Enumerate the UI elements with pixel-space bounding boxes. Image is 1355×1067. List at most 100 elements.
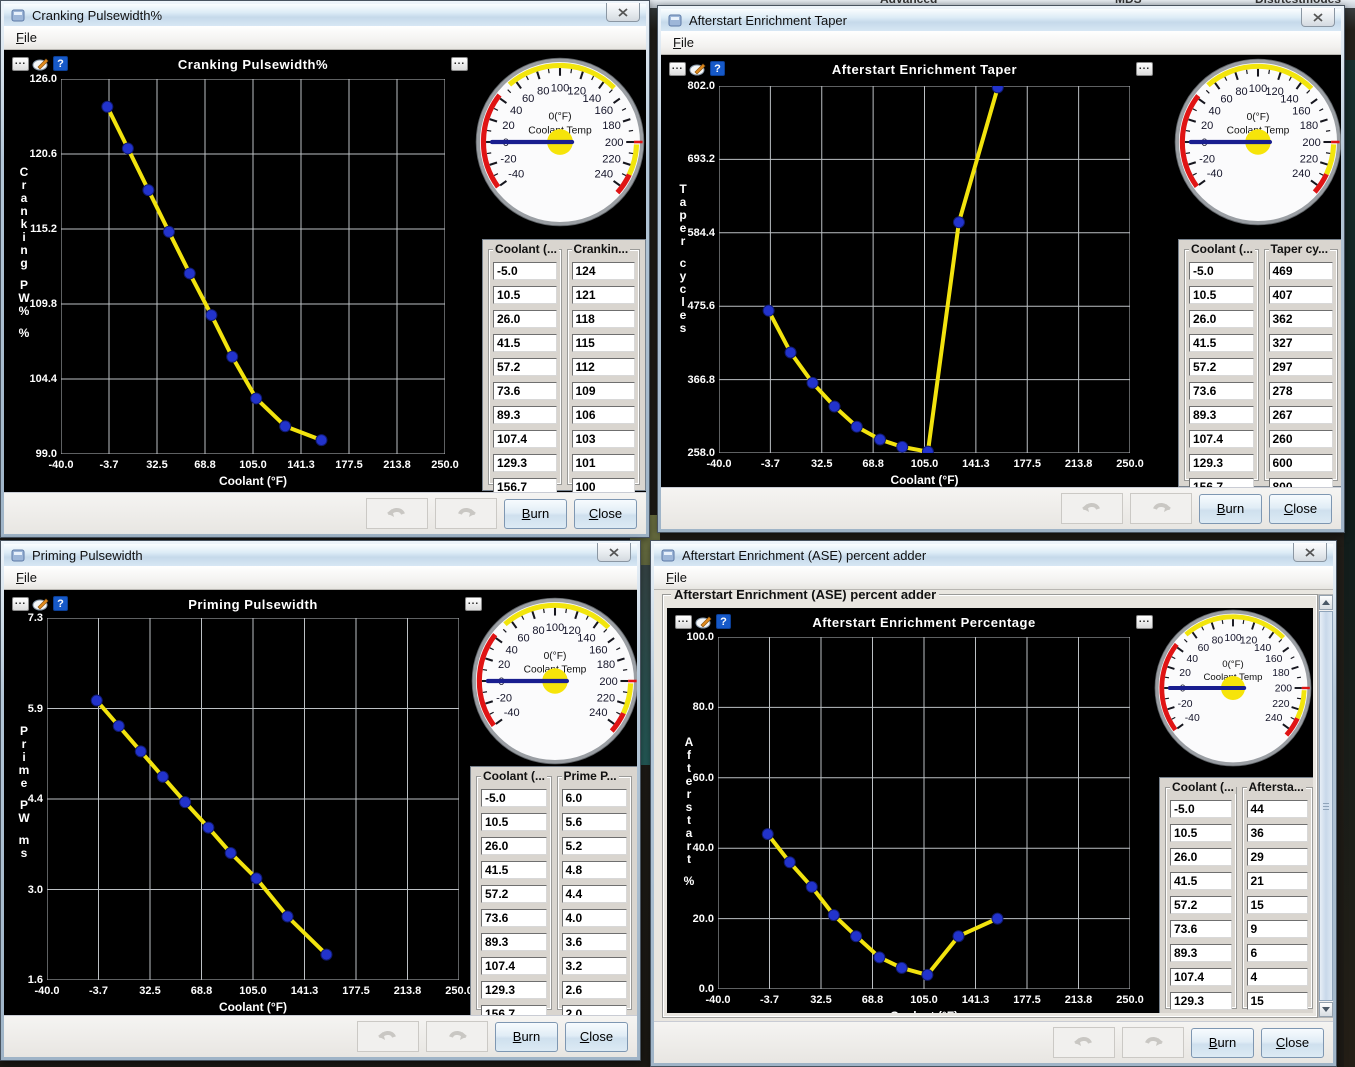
close-button[interactable]: Close (565, 1021, 628, 1052)
curve-value-field[interactable]: 297 (1268, 358, 1333, 376)
curve-value-field[interactable]: 106 (571, 406, 635, 424)
coolant-value-field[interactable]: 89.3 (1170, 944, 1232, 962)
menu-file[interactable]: File (662, 569, 691, 586)
curve-value-field[interactable]: 3.2 (561, 957, 627, 975)
undo-button[interactable] (1061, 493, 1123, 524)
curve-value-field[interactable]: 3.6 (561, 933, 627, 951)
coolant-value-field[interactable]: 129.3 (1170, 992, 1232, 1010)
coolant-value-field[interactable]: 129.3 (481, 981, 547, 999)
curve-editor[interactable] (719, 86, 1130, 453)
curve-value-field[interactable]: 469 (1268, 262, 1333, 280)
curve-value-field[interactable]: 36 (1246, 824, 1308, 842)
coolant-value-field[interactable]: 41.5 (493, 334, 557, 352)
coolant-value-field[interactable]: 73.6 (481, 909, 547, 927)
curve-value-field[interactable]: 5.2 (561, 837, 627, 855)
burn-button[interactable]: Burn (504, 498, 567, 529)
curve-point[interactable] (921, 445, 934, 453)
curve-point[interactable] (850, 420, 863, 433)
close-button[interactable]: Close (1261, 1027, 1324, 1058)
curve-point[interactable] (162, 225, 175, 238)
curve-value-field[interactable]: 109 (571, 382, 635, 400)
coolant-value-field[interactable]: 129.3 (1189, 454, 1254, 472)
curve-point[interactable] (921, 968, 934, 981)
curve-point[interactable] (806, 376, 819, 389)
coolant-value-field[interactable]: -5.0 (481, 789, 547, 807)
curve-point[interactable] (896, 440, 909, 453)
close-button[interactable]: Close (1269, 493, 1332, 524)
curve-value-field[interactable]: 124 (571, 262, 635, 280)
close-icon[interactable] (606, 3, 640, 22)
curve-point[interactable] (991, 912, 1004, 925)
more-options-button[interactable]: ... (12, 596, 29, 611)
titlebar[interactable]: Afterstart Enrichment Taper (661, 8, 1341, 31)
curve-value-field[interactable]: 9 (1246, 920, 1308, 938)
close-icon[interactable] (597, 543, 631, 562)
more-options-button[interactable]: ... (669, 61, 686, 76)
coolant-value-field[interactable]: 107.4 (493, 430, 557, 448)
coolant-value-field[interactable]: 89.3 (1189, 406, 1254, 424)
curve-point[interactable] (761, 828, 774, 841)
coolant-value-field[interactable]: 41.5 (481, 861, 547, 879)
curve-point[interactable] (250, 392, 263, 405)
curve-value-field[interactable]: 100 (571, 478, 635, 492)
coolant-value-field[interactable]: 57.2 (1189, 358, 1254, 376)
edit-icon[interactable] (695, 615, 713, 629)
menu-file[interactable]: File (669, 34, 698, 51)
curve-value-field[interactable]: 21 (1246, 872, 1308, 890)
coolant-value-field[interactable]: 107.4 (1170, 968, 1232, 986)
titlebar[interactable]: Afterstart Enrichment (ASE) percent adde… (654, 543, 1333, 566)
curve-value-field[interactable]: 115 (571, 334, 635, 352)
menu-file[interactable]: File (12, 29, 41, 46)
coolant-value-field[interactable]: 73.6 (1170, 920, 1232, 938)
curve-point[interactable] (991, 86, 1004, 94)
coolant-value-field[interactable]: 10.5 (493, 286, 557, 304)
curve-value-field[interactable]: 2.6 (561, 981, 627, 999)
undo-button[interactable] (366, 498, 428, 529)
curve-value-field[interactable]: 278 (1268, 382, 1333, 400)
scrollbar-thumb[interactable] (1319, 611, 1333, 1001)
curve-point[interactable] (783, 856, 796, 869)
close-icon[interactable] (1301, 8, 1335, 27)
curve-value-field[interactable]: 2.0 (561, 1005, 627, 1015)
curve-point[interactable] (320, 948, 333, 961)
curve-point[interactable] (828, 400, 841, 413)
curve-value-field[interactable]: 15 (1246, 896, 1308, 914)
coolant-value-field[interactable]: 57.2 (1170, 896, 1232, 914)
coolant-value-field[interactable]: -5.0 (1189, 262, 1254, 280)
curve-value-field[interactable]: 44 (1246, 800, 1308, 818)
curve-value-field[interactable]: 327 (1268, 334, 1333, 352)
curve-point[interactable] (183, 267, 196, 280)
curve-value-field[interactable]: 112 (571, 358, 635, 376)
curve-point[interactable] (101, 100, 114, 113)
curve-point[interactable] (250, 872, 263, 885)
curve-value-field[interactable]: 407 (1268, 286, 1333, 304)
undo-button[interactable] (1053, 1027, 1115, 1058)
curve-point[interactable] (873, 951, 886, 964)
curve-value-field[interactable]: 6.0 (561, 789, 627, 807)
curve-value-field[interactable]: 6 (1246, 944, 1308, 962)
curve-editor[interactable] (47, 618, 459, 980)
curve-point[interactable] (850, 930, 863, 943)
coolant-value-field[interactable]: 10.5 (481, 813, 547, 831)
curve-value-field[interactable]: 4.8 (561, 861, 627, 879)
curve-value-field[interactable]: 121 (571, 286, 635, 304)
curve-point[interactable] (156, 770, 169, 783)
coolant-value-field[interactable]: 41.5 (1189, 334, 1254, 352)
coolant-value-field[interactable]: 26.0 (493, 310, 557, 328)
curve-editor[interactable] (718, 637, 1130, 989)
curve-value-field[interactable]: 800 (1268, 478, 1333, 487)
vertical-scrollbar[interactable] (1318, 594, 1333, 1018)
coolant-value-field[interactable]: 107.4 (1189, 430, 1254, 448)
coolant-value-field[interactable]: 41.5 (1170, 872, 1232, 890)
curve-value-field[interactable]: 103 (571, 430, 635, 448)
coolant-value-field[interactable]: 89.3 (481, 933, 547, 951)
more-options-button[interactable]: ... (675, 614, 692, 629)
coolant-value-field[interactable]: 10.5 (1170, 824, 1232, 842)
coolant-value-field[interactable]: 57.2 (481, 885, 547, 903)
redo-button[interactable] (435, 498, 497, 529)
coolant-value-field[interactable]: -5.0 (493, 262, 557, 280)
menu-file[interactable]: File (12, 569, 41, 586)
curve-point[interactable] (179, 796, 192, 809)
curve-point[interactable] (205, 309, 218, 322)
close-button[interactable]: Close (574, 498, 637, 529)
